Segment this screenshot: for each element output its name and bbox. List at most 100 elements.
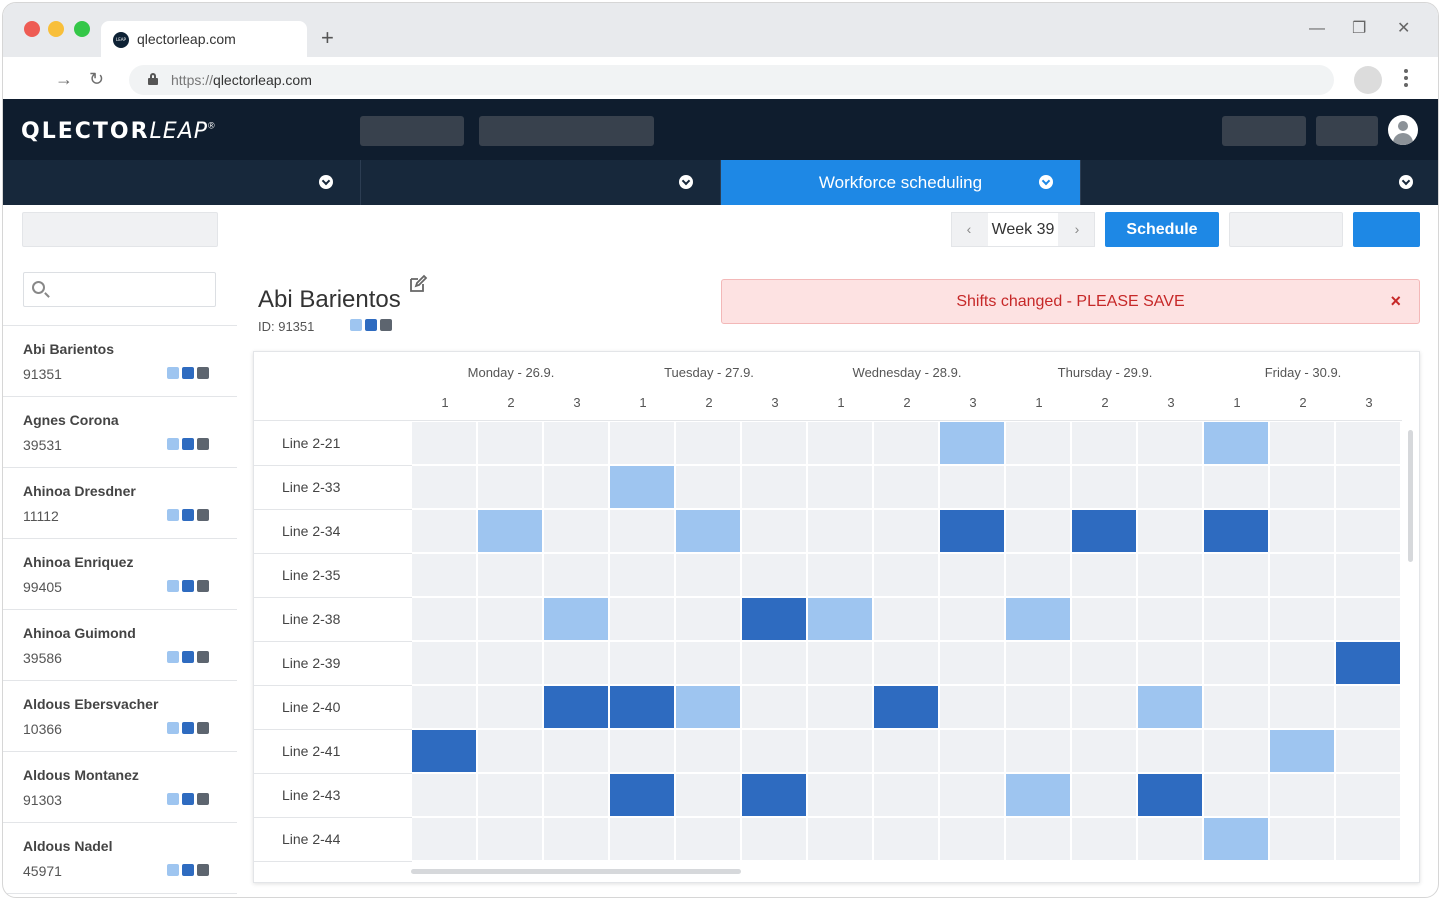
browser-menu-icon[interactable]	[1404, 69, 1410, 90]
shift-cell-assigned[interactable]	[940, 422, 1004, 464]
shift-cell[interactable]	[1270, 554, 1334, 596]
secondary-action-button[interactable]	[1229, 212, 1343, 247]
shift-cell-assigned[interactable]	[1204, 818, 1268, 860]
shift-cell-assigned[interactable]	[742, 774, 806, 816]
shift-cell-assigned[interactable]	[1204, 422, 1268, 464]
shift-cell[interactable]	[478, 554, 542, 596]
shift-cell[interactable]	[1270, 422, 1334, 464]
shift-cell-assigned[interactable]	[1270, 730, 1334, 772]
shift-cell-assigned[interactable]	[808, 598, 872, 640]
shift-cell[interactable]	[1336, 510, 1400, 552]
shift-cell[interactable]	[1204, 686, 1268, 728]
shift-cell-assigned[interactable]	[874, 686, 938, 728]
shift-cell[interactable]	[544, 554, 608, 596]
header-action-2[interactable]	[1316, 116, 1378, 146]
shift-cell[interactable]	[1270, 774, 1334, 816]
shift-cell[interactable]	[676, 818, 740, 860]
close-icon[interactable]: ✕	[1397, 19, 1410, 39]
shift-cell[interactable]	[1006, 466, 1070, 508]
employee-list-item[interactable]: Ahinoa Enriquez 99405	[3, 539, 237, 610]
shift-cell[interactable]	[412, 510, 476, 552]
shift-cell[interactable]	[478, 642, 542, 684]
shift-cell[interactable]	[808, 818, 872, 860]
reload-icon[interactable]: ↻	[89, 69, 104, 89]
shift-cell[interactable]	[676, 730, 740, 772]
shift-cell-assigned[interactable]	[544, 598, 608, 640]
shift-cell[interactable]	[874, 642, 938, 684]
shift-cell[interactable]	[874, 598, 938, 640]
shift-cell[interactable]	[544, 774, 608, 816]
shift-cell-assigned[interactable]	[676, 686, 740, 728]
shift-cell[interactable]	[1138, 730, 1202, 772]
edit-icon[interactable]	[408, 274, 428, 294]
shift-cell[interactable]	[1072, 422, 1136, 464]
shift-cell[interactable]	[478, 598, 542, 640]
shift-cell[interactable]	[544, 510, 608, 552]
shift-cell[interactable]	[808, 686, 872, 728]
shift-cell[interactable]	[808, 422, 872, 464]
shift-cell[interactable]	[874, 466, 938, 508]
shift-cell[interactable]	[478, 466, 542, 508]
close-window-dot[interactable]	[24, 21, 40, 37]
shift-cell[interactable]	[742, 466, 806, 508]
employee-list-item[interactable]: Aldous Nadel 45971	[3, 823, 237, 894]
shift-cell[interactable]	[412, 818, 476, 860]
shift-cell[interactable]	[1204, 642, 1268, 684]
shift-cell[interactable]	[676, 598, 740, 640]
shift-cell-assigned[interactable]	[610, 686, 674, 728]
shift-cell[interactable]	[412, 642, 476, 684]
minimize-icon[interactable]: —	[1309, 19, 1325, 39]
shift-cell[interactable]	[1138, 422, 1202, 464]
shift-cell-assigned[interactable]	[742, 598, 806, 640]
shift-cell-assigned[interactable]	[940, 510, 1004, 552]
shift-cell[interactable]	[940, 466, 1004, 508]
shift-cell[interactable]	[412, 422, 476, 464]
minimize-window-dot[interactable]	[48, 21, 64, 37]
alert-close-icon[interactable]: ×	[1390, 291, 1401, 312]
shift-cell[interactable]	[1270, 818, 1334, 860]
shift-cell[interactable]	[610, 818, 674, 860]
shift-cell[interactable]	[610, 510, 674, 552]
filter-placeholder[interactable]	[22, 212, 218, 247]
shift-cell[interactable]	[1336, 730, 1400, 772]
shift-cell[interactable]	[1270, 642, 1334, 684]
shift-cell[interactable]	[676, 422, 740, 464]
user-avatar-icon[interactable]	[1388, 115, 1418, 145]
shift-cell[interactable]	[742, 510, 806, 552]
shift-cell[interactable]	[478, 686, 542, 728]
shift-cell[interactable]	[610, 730, 674, 772]
shift-cell-assigned[interactable]	[544, 686, 608, 728]
shift-cell[interactable]	[478, 422, 542, 464]
shift-cell[interactable]	[1204, 774, 1268, 816]
shift-cell-assigned[interactable]	[610, 466, 674, 508]
shift-cell[interactable]	[808, 642, 872, 684]
shift-cell[interactable]	[1006, 686, 1070, 728]
shift-cell[interactable]	[940, 730, 1004, 772]
shift-cell[interactable]	[940, 686, 1004, 728]
horizontal-scrollbar[interactable]	[411, 869, 741, 874]
shift-cell[interactable]	[1336, 466, 1400, 508]
shift-cell[interactable]	[610, 554, 674, 596]
shift-cell[interactable]	[1138, 554, 1202, 596]
shift-cell[interactable]	[676, 554, 740, 596]
shift-cell[interactable]	[742, 642, 806, 684]
module-tab-4[interactable]	[1081, 160, 1438, 205]
shift-cell[interactable]	[940, 642, 1004, 684]
shift-cell[interactable]	[1336, 818, 1400, 860]
browser-tab[interactable]: LEAP qlectorleap.com	[101, 21, 307, 57]
browser-profile-avatar[interactable]	[1354, 66, 1382, 94]
employee-list-item[interactable]: Ahinoa Guimond 39586	[3, 610, 237, 681]
next-week-button[interactable]: ›	[1060, 221, 1094, 237]
header-nav-item-2[interactable]	[479, 116, 654, 146]
shift-cell[interactable]	[1336, 554, 1400, 596]
employee-list-item[interactable]: Ahinoa Dresdner 11112	[3, 468, 237, 539]
shift-cell[interactable]	[676, 642, 740, 684]
shift-cell[interactable]	[1072, 818, 1136, 860]
shift-cell[interactable]	[610, 642, 674, 684]
shift-cell[interactable]	[478, 730, 542, 772]
shift-cell-assigned[interactable]	[412, 730, 476, 772]
shift-cell[interactable]	[742, 686, 806, 728]
shift-cell[interactable]	[940, 774, 1004, 816]
shift-cell[interactable]	[1072, 730, 1136, 772]
shift-cell[interactable]	[1138, 642, 1202, 684]
